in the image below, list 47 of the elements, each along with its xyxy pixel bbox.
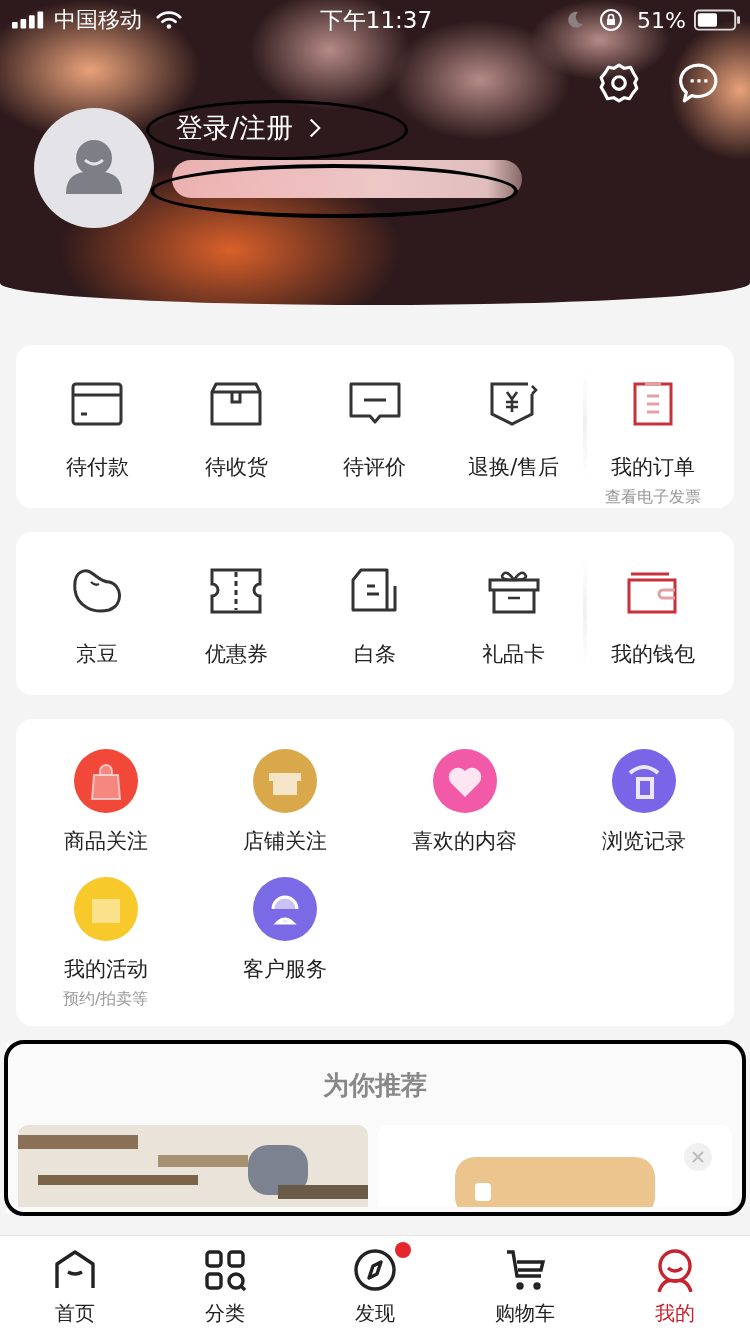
service-icon[interactable]	[73, 749, 138, 813]
box-icon[interactable]	[210, 381, 263, 427]
tab-item[interactable]: 购物车	[450, 1236, 600, 1334]
tab-item[interactable]: 发现	[300, 1236, 450, 1334]
menu-label[interactable]: 待收货	[204, 453, 268, 481]
service-icon[interactable]	[253, 877, 318, 941]
service-caption: 预约/拍卖等	[63, 989, 149, 1010]
menu-label[interactable]: 待评价	[343, 453, 407, 481]
menu-label[interactable]: 优惠券	[204, 640, 268, 668]
section-title: 为你推荐	[323, 1069, 427, 1102]
wifi-icon	[156, 10, 182, 30]
service-label[interactable]: 店铺关注	[243, 827, 328, 855]
service-icon[interactable]	[612, 749, 677, 813]
signal-icon	[12, 11, 46, 29]
card-icon[interactable]	[71, 381, 124, 427]
grid-icon[interactable]	[203, 1248, 247, 1292]
service-label[interactable]: 客户服务	[243, 955, 328, 983]
moon-icon	[565, 10, 586, 30]
service-label[interactable]: 浏览记录	[602, 827, 687, 855]
avatar-icon[interactable]	[34, 108, 154, 228]
compass-icon[interactable]	[353, 1248, 397, 1292]
clock-time: 下午11:37	[319, 5, 433, 35]
coupon-icon[interactable]	[210, 568, 263, 614]
login-link[interactable]: 登录/注册	[172, 110, 522, 146]
service-label[interactable]: 喜欢的内容	[412, 827, 518, 855]
service-icon[interactable]	[432, 749, 497, 813]
menu-label[interactable]: 京豆	[76, 640, 119, 668]
menu-label[interactable]: 白条	[354, 640, 396, 668]
tab-item[interactable]: 分类	[150, 1236, 300, 1334]
service-label[interactable]: 我的活动	[63, 955, 148, 983]
service-label[interactable]: 商品关注	[63, 827, 148, 855]
carrier-name: 中国移动	[54, 6, 142, 34]
chevron-icon[interactable]	[309, 117, 322, 139]
rotation-lock-icon	[599, 8, 624, 32]
tab-item[interactable]: 我的	[600, 1236, 750, 1334]
menu-label[interactable]: 我的钱包	[610, 640, 695, 668]
menu-caption: 查看电子发票	[604, 487, 701, 508]
menu-label[interactable]: 我的订单	[610, 453, 695, 481]
tab-item[interactable]: 首页	[0, 1236, 150, 1334]
battery-percent: 51%	[637, 7, 686, 33]
message-icon[interactable]	[678, 62, 720, 104]
menu-label[interactable]: 礼品卡	[482, 640, 546, 668]
settings-icon[interactable]	[598, 62, 640, 104]
menu-label[interactable]: 退换/售后	[468, 453, 560, 481]
battery-icon	[694, 9, 740, 31]
menu-label[interactable]: 待付款	[65, 453, 129, 481]
bean-icon[interactable]	[71, 568, 124, 614]
